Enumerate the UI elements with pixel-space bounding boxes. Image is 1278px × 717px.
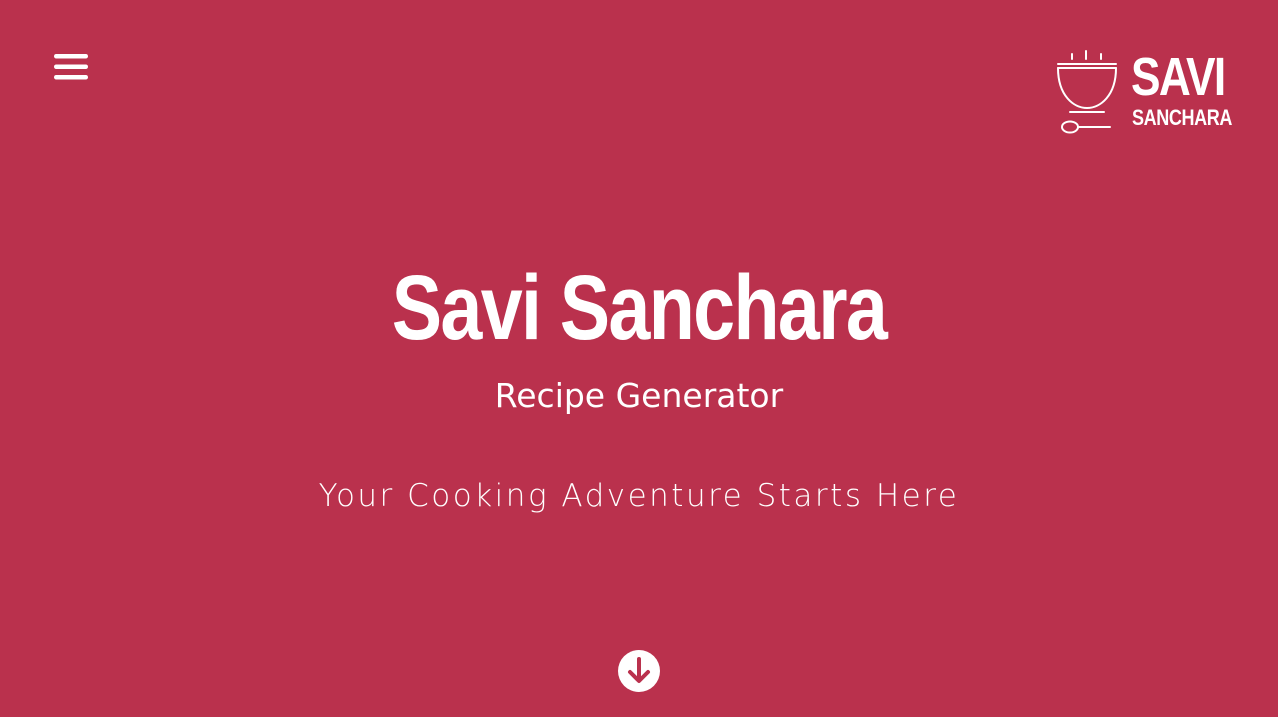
logo-text-savi: SAVI	[1131, 47, 1226, 107]
logo-text-sanchara: SANCHARA	[1132, 105, 1232, 130]
arrow-down-circle-icon	[618, 650, 660, 692]
hero-tagline: Your Cooking Adventure Starts Here	[318, 478, 960, 514]
scroll-down-button[interactable]	[617, 649, 661, 693]
page-title: Savi Sanchara	[391, 257, 888, 359]
cooking-pot-spoon-icon	[1057, 50, 1117, 134]
page-subtitle: Recipe Generator	[494, 376, 784, 415]
brand-logo[interactable]: SAVI SANCHARA	[1054, 50, 1234, 138]
hamburger-menu-icon	[54, 54, 88, 80]
menu-button[interactable]	[52, 50, 90, 84]
